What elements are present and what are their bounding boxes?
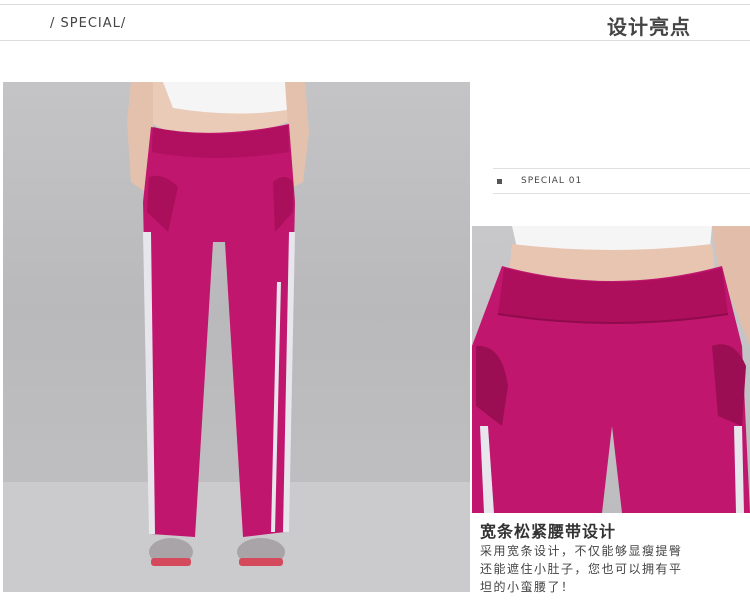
feature-block: 宽条松紧腰带设计 采用宽条设计，不仅能够显瘦提臀 还能遮住小肚子，您也可以拥有平… [480, 518, 748, 596]
section-label-top-divider [493, 168, 750, 169]
header-bottom-divider [0, 40, 750, 41]
feature-title: 宽条松紧腰带设计 [480, 522, 617, 541]
section-title: 设计亮点 [607, 15, 691, 39]
section-label-bottom-divider [493, 193, 750, 194]
feature-description-line: 还能遮住小肚子，您也可以拥有平 [480, 562, 683, 576]
page-header: / SPECIAL/ 设计亮点 [0, 0, 750, 48]
product-photo-waistband-detail [472, 226, 750, 513]
header-top-divider [0, 4, 750, 5]
product-photo-full [3, 82, 470, 592]
feature-description: 采用宽条设计，不仅能够显瘦提臀 还能遮住小肚子，您也可以拥有平 坦的小蛮腰了！ [480, 542, 748, 596]
feature-description-line: 坦的小蛮腰了！ [480, 580, 575, 594]
square-bullet-icon [497, 179, 502, 184]
special-label: / SPECIAL/ [50, 16, 127, 31]
section-label-row: SPECIAL 01 [493, 168, 750, 194]
feature-description-line: 采用宽条设计，不仅能够显瘦提臀 [480, 544, 683, 558]
section-label: SPECIAL 01 [521, 176, 583, 186]
